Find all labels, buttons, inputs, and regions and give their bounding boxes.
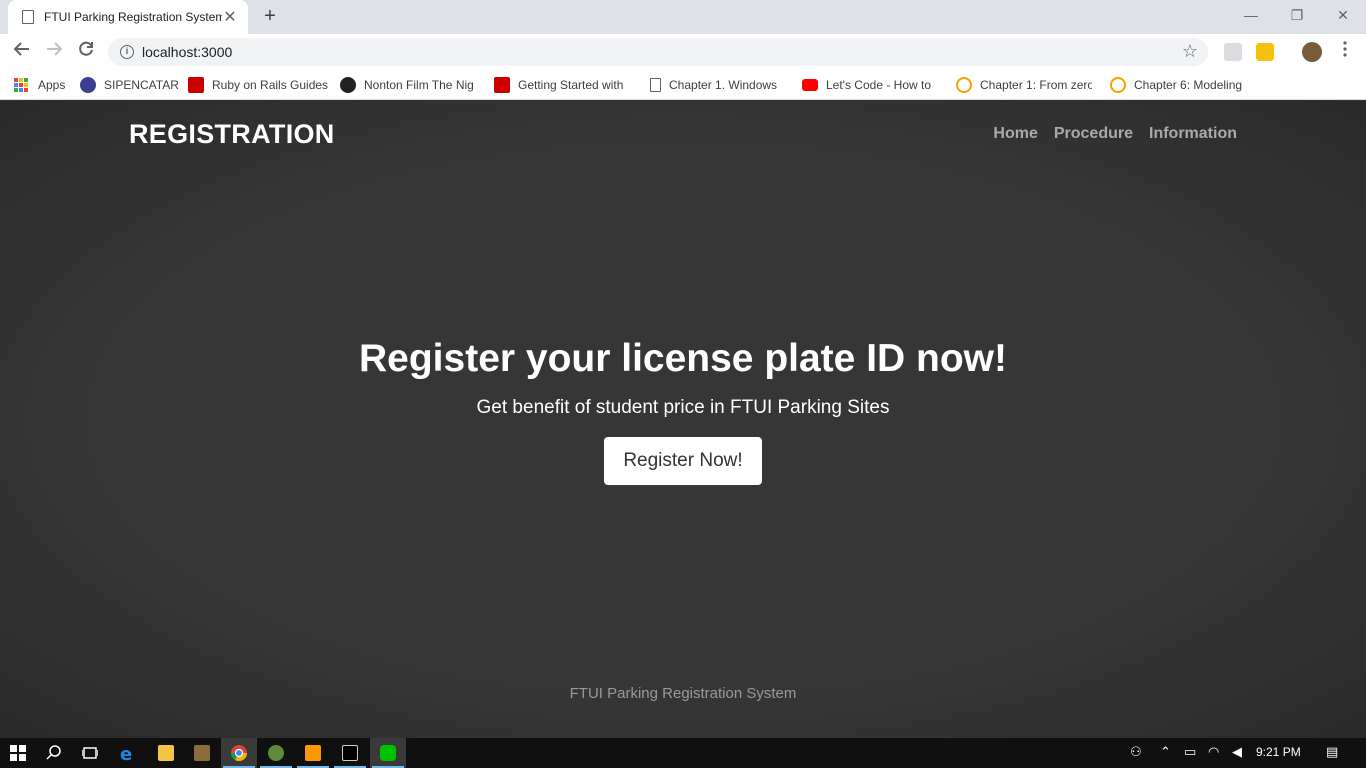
bookmark-label: Let's Code - How to (826, 78, 932, 92)
dosbox-icon[interactable] (184, 738, 220, 768)
globe-icon (80, 77, 96, 93)
line-icon[interactable] (370, 738, 406, 768)
bookmark-label: Nonton Film The Nig (364, 78, 474, 92)
bookmark-lets-code[interactable]: Let's Code - How to (802, 76, 938, 94)
close-window-button[interactable]: ✕ (1320, 0, 1366, 30)
youtube-icon (802, 79, 818, 91)
info-icon[interactable]: i (120, 45, 134, 59)
restore-button[interactable]: ❐ (1274, 0, 1320, 30)
vimium-extension-icon[interactable] (1256, 43, 1274, 61)
o-icon (956, 77, 972, 93)
page-content: REGISTRATION Home Procedure Information … (0, 101, 1366, 738)
file-explorer-icon[interactable] (148, 738, 184, 768)
taskbar-clock[interactable]: 9:21 PM (1256, 745, 1301, 759)
apps-grid-icon (14, 78, 28, 92)
chrome-icon[interactable] (221, 738, 257, 768)
volume-icon[interactable]: ◀ (1232, 744, 1242, 760)
rails-icon (494, 77, 510, 93)
hero-title: Register your license plate ID now! (359, 337, 1007, 380)
battery-icon[interactable]: ▭ (1184, 744, 1196, 760)
bookmark-chapter-zero[interactable]: Chapter 1: From zero (956, 76, 1092, 94)
back-icon[interactable] (10, 40, 34, 64)
bookmark-label: Getting Started with (518, 78, 624, 92)
action-center-icon[interactable]: ▤ (1326, 744, 1338, 760)
bookmark-sipencatar[interactable]: SIPENCATAR (80, 76, 180, 94)
tab-title: FTUI Parking Registration System (44, 10, 222, 24)
bookmark-label: SIPENCATAR (104, 78, 179, 92)
new-tab-button[interactable]: + (259, 5, 281, 27)
minimize-button[interactable]: — (1228, 0, 1274, 30)
page-icon (22, 10, 34, 24)
search-icon[interactable] (36, 738, 72, 768)
bookmark-label: Ruby on Rails Guides (212, 78, 328, 92)
reload-icon[interactable] (74, 40, 98, 64)
cmd-icon[interactable] (332, 738, 368, 768)
edge-icon[interactable]: e (110, 738, 146, 768)
site-brand[interactable]: REGISTRATION (129, 119, 335, 150)
bookmarks-bar: Apps SIPENCATAR Ruby on Rails Guides Non… (0, 70, 1366, 100)
page-footer: FTUI Parking Registration System (569, 685, 797, 702)
wifi-icon[interactable]: ◠ (1208, 744, 1219, 760)
browser-tab[interactable]: FTUI Parking Registration System ✕ (8, 0, 248, 34)
register-now-button[interactable]: Register Now! (604, 437, 762, 485)
bookmark-chapter-windows[interactable]: Chapter 1. Windows (650, 76, 786, 94)
bookmark-rails-guides[interactable]: Ruby on Rails Guides (188, 76, 328, 94)
bookmark-chapter-modeling[interactable]: Chapter 6: Modeling (1110, 76, 1246, 94)
browser-toolbar: i localhost:3000 ☆ (0, 34, 1366, 70)
site-nav: Home Procedure Information (993, 125, 1237, 143)
nav-home[interactable]: Home (993, 125, 1037, 143)
hero-subtitle: Get benefit of student price in FTUI Par… (476, 397, 890, 418)
url-text[interactable]: localhost:3000 (142, 44, 232, 60)
svg-text:e: e (120, 744, 132, 762)
bookmark-label: Chapter 1. Windows (669, 78, 778, 92)
sublime-text-icon[interactable] (295, 738, 331, 768)
forward-icon[interactable] (42, 40, 66, 64)
pdf-extension-icon[interactable] (1224, 43, 1242, 61)
bookmark-getting-started[interactable]: Getting Started with (494, 76, 632, 94)
tab-close-icon[interactable]: ✕ (222, 7, 238, 27)
bookmark-label: Apps (38, 78, 66, 92)
tab-strip: FTUI Parking Registration System ✕ + — ❐… (0, 0, 1366, 34)
bookmark-nonton-film[interactable]: Nonton Film The Nig (340, 76, 476, 94)
app-green-icon[interactable] (258, 738, 294, 768)
windows-taskbar: e ⚇ ⌃ ▭ ◠ ◀ 9:21 PM ▤ (0, 738, 1366, 768)
o-icon (1110, 77, 1126, 93)
chevron-up-icon[interactable]: ⌃ (1160, 744, 1171, 760)
profile-avatar[interactable] (1302, 42, 1322, 62)
windows-start-icon[interactable] (0, 738, 36, 768)
nav-information[interactable]: Information (1149, 125, 1237, 143)
bookmark-label: Chapter 6: Modeling (1134, 78, 1243, 92)
address-bar[interactable]: i localhost:3000 ☆ (108, 38, 1208, 66)
menu-dots-icon[interactable] (1333, 40, 1357, 64)
rails-icon (188, 77, 204, 93)
people-icon[interactable]: ⚇ (1130, 744, 1142, 760)
bookmark-star-icon[interactable]: ☆ (1182, 41, 1198, 62)
page-icon (650, 78, 661, 92)
bookmark-apps[interactable]: Apps (14, 76, 65, 94)
xxi-icon (340, 77, 356, 93)
bookmark-label: Chapter 1: From zero (980, 78, 1092, 92)
nav-procedure[interactable]: Procedure (1054, 125, 1133, 143)
task-view-icon[interactable] (72, 738, 108, 768)
